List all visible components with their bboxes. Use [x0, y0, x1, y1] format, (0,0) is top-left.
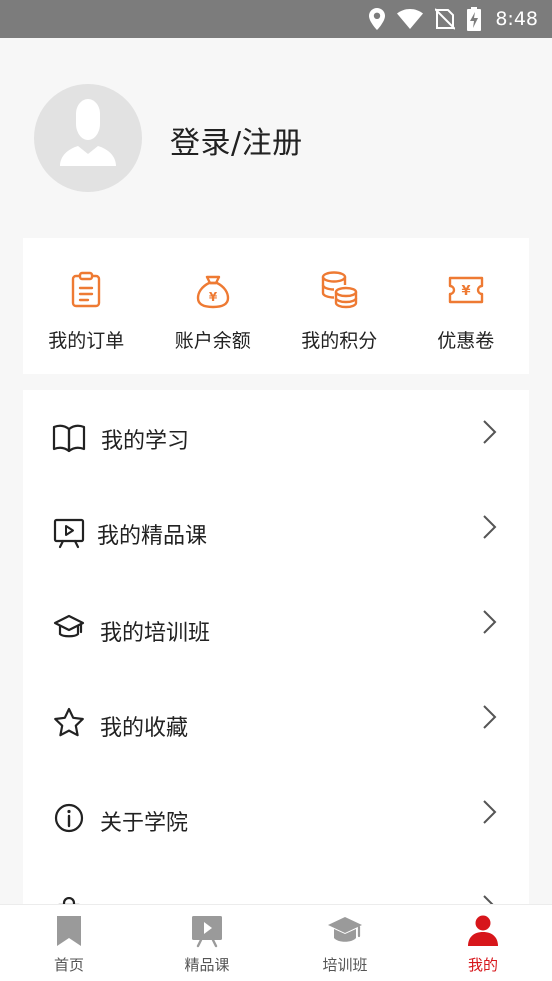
bottom-tab-bar: 首页 精品课 培训班 我的	[0, 904, 552, 981]
menu-item-label: 我的精品课	[97, 524, 208, 549]
status-time: 8:48	[495, 8, 538, 30]
chevron-right-icon	[483, 420, 497, 444]
quick-action-points[interactable]: 我的积分	[276, 238, 403, 374]
menu-item-about-academy[interactable]: 关于学院	[23, 770, 529, 865]
user-silhouette-icon	[60, 99, 116, 166]
person-icon	[465, 913, 501, 949]
tab-label: 培训班	[322, 956, 368, 974]
profile-header: 登录/注册	[0, 38, 552, 228]
menu-item-label: 关于学院	[100, 811, 189, 836]
menu-item-my-premium-courses[interactable]: 我的精品课	[23, 485, 529, 580]
money-bag-icon: ¥	[193, 270, 233, 310]
tab-premium-courses[interactable]: 精品课	[138, 905, 276, 981]
quick-action-orders[interactable]: 我的订单	[23, 238, 150, 374]
video-play-icon	[189, 913, 225, 949]
svg-text:¥: ¥	[461, 284, 470, 299]
quick-action-label: 我的订单	[48, 330, 125, 352]
wifi-icon	[397, 9, 424, 29]
menu-item-my-learning[interactable]: 我的学习	[23, 390, 529, 485]
chevron-right-icon	[483, 705, 497, 729]
info-icon	[51, 800, 87, 836]
tab-label: 精品课	[184, 956, 230, 974]
menu-item-label: 我的收藏	[100, 716, 189, 741]
video-board-icon	[51, 515, 87, 551]
avatar[interactable]	[34, 84, 142, 192]
clipboard-icon	[66, 270, 106, 310]
quick-action-label: 我的积分	[301, 330, 378, 352]
chevron-right-icon	[483, 610, 497, 634]
status-bar: 8:48	[0, 0, 552, 38]
menu-item-label: 我的学习	[101, 429, 190, 454]
tab-home[interactable]: 首页	[0, 905, 138, 981]
login-register-link[interactable]: 登录/注册	[170, 118, 303, 162]
graduation-cap-icon	[51, 610, 87, 646]
menu-item-label: 我的培训班	[100, 621, 211, 646]
menu-item-my-favorites[interactable]: 我的收藏	[23, 675, 529, 770]
no-sim-icon	[435, 8, 456, 30]
quick-actions-card: 我的订单 ¥ 账户余额 我的积分 ¥ 优惠卷	[23, 238, 529, 374]
quick-action-coupons[interactable]: ¥ 优惠卷	[403, 238, 530, 374]
coupon-ticket-icon: ¥	[446, 270, 486, 310]
coins-stack-icon	[319, 270, 359, 310]
quick-action-balance[interactable]: ¥ 账户余额	[150, 238, 277, 374]
graduation-cap-icon	[327, 913, 363, 949]
open-book-icon	[51, 420, 87, 456]
quick-action-label: 账户余额	[174, 330, 251, 352]
tab-label: 首页	[53, 956, 84, 974]
chevron-right-icon	[483, 515, 497, 539]
chevron-right-icon	[483, 800, 497, 824]
svg-text:¥: ¥	[209, 290, 218, 304]
tab-label: 我的	[467, 956, 498, 974]
menu-item-partial[interactable]	[23, 865, 529, 905]
tab-mine[interactable]: 我的	[414, 905, 552, 981]
bookmark-icon	[51, 913, 87, 949]
battery-charging-icon	[467, 7, 482, 31]
menu-item-my-training-classes[interactable]: 我的培训班	[23, 580, 529, 675]
tab-training-classes[interactable]: 培训班	[276, 905, 414, 981]
location-icon	[369, 8, 386, 30]
quick-action-label: 优惠卷	[437, 330, 495, 352]
star-icon	[51, 705, 87, 741]
menu-list: 我的学习 我的精品课 我的培训班 我的收藏 关于学院	[23, 390, 529, 905]
